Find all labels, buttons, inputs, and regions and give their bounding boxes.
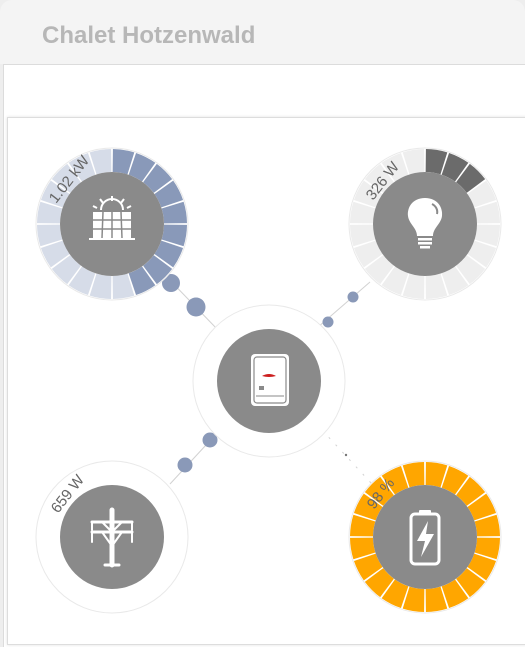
flow-dot <box>177 457 193 473</box>
inverter-icon <box>251 354 289 406</box>
flow-dot <box>344 453 348 457</box>
inverter-to-battery-line <box>321 429 373 485</box>
flow-dot <box>322 316 334 328</box>
grid-node[interactable]: 659 W <box>35 460 189 614</box>
solar-node[interactable]: 1.02 kW <box>35 147 189 301</box>
consumer-node[interactable]: 326 W <box>348 147 502 301</box>
flow-dot <box>186 297 206 317</box>
inverter-node[interactable] <box>192 304 346 458</box>
flow-dot <box>347 291 359 303</box>
battery-node[interactable]: 98 % <box>348 460 502 614</box>
energy-flow-diagram: 1.02 kW 326 W 659 W 98 % <box>35 147 502 614</box>
